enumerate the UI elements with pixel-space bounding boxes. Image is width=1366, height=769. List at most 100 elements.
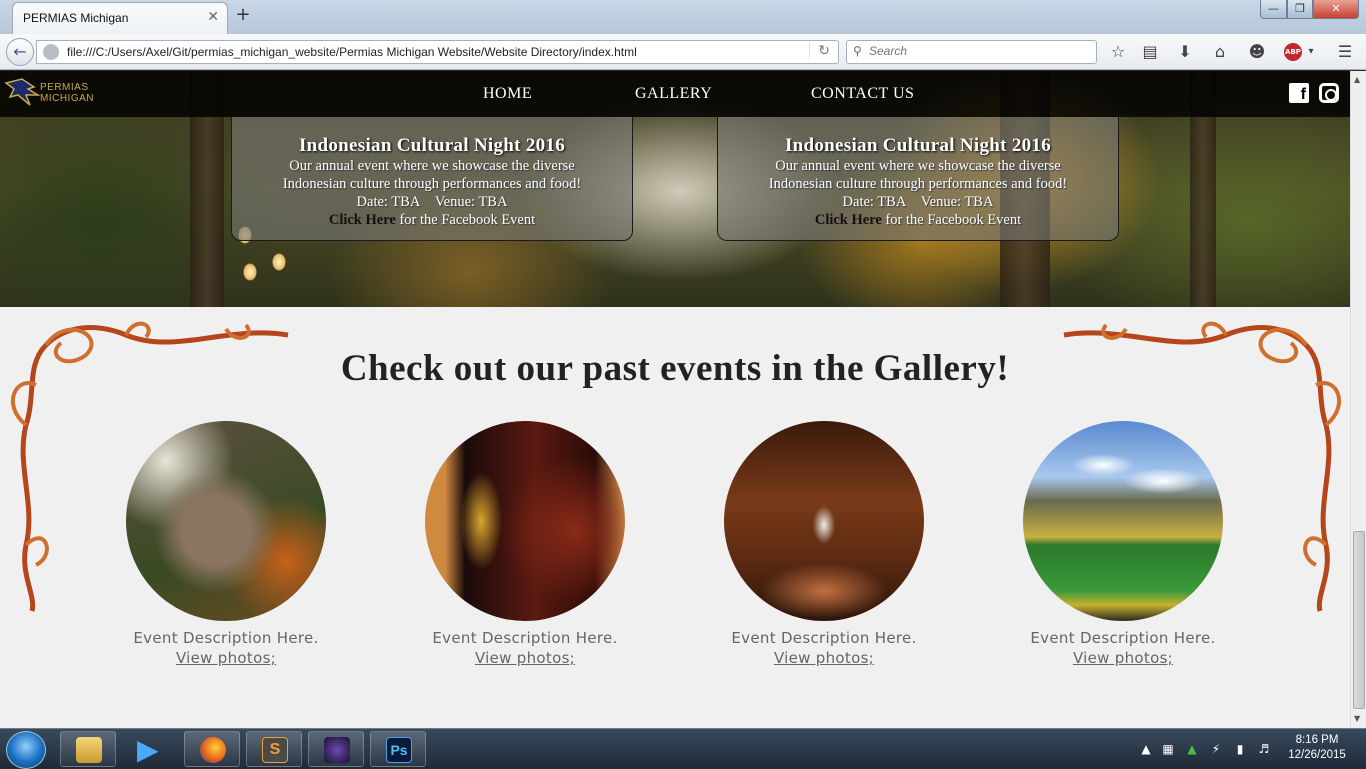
nav-contact-us[interactable]: CONTACT US [811, 85, 914, 103]
gallery-item: Event Description Here. View photos; [400, 421, 650, 667]
url-bar[interactable]: file:///C:/Users/Axel/Git/permias_michig… [36, 40, 839, 64]
scroll-thumb[interactable] [1353, 531, 1365, 709]
facebook-event-link[interactable]: Click Here [815, 212, 882, 228]
event-venue: Venue: TBA [434, 194, 508, 210]
facebook-icon[interactable]: f [1289, 83, 1309, 103]
scroll-down-icon[interactable]: ▼ [1354, 714, 1360, 723]
gallery-description: Event Description Here. [1030, 629, 1216, 647]
event-venue: Venue: TBA [920, 194, 994, 210]
folder-icon [76, 737, 102, 763]
taskbar-app[interactable] [308, 731, 364, 767]
firefox-icon [200, 737, 226, 763]
facebook-event-text: for the Facebook Event [395, 212, 536, 228]
nav-gallery[interactable]: GALLERY [635, 85, 712, 103]
event-card: Indonesian Cultural Night 2016 Our annua… [717, 71, 1119, 241]
event-card: Indonesian Cultural Night 2016 Our annua… [231, 71, 633, 241]
search-icon: ⚲ [853, 44, 862, 58]
event-date: Date: TBA [842, 194, 907, 210]
start-button[interactable] [6, 731, 46, 769]
browser-titlebar: PERMIAS Michigan ✕ + — ❐ ✕ [0, 0, 1366, 34]
view-photos-link[interactable]: View photos; [774, 649, 874, 667]
event-date-venue: Date: TBA Venue: TBA [718, 193, 1118, 211]
page-scrollbar[interactable]: ▲ ▼ [1350, 71, 1366, 728]
gallery-description: Event Description Here. [731, 629, 917, 647]
gallery-item: Event Description Here. View photos; [699, 421, 949, 667]
new-tab-button[interactable]: + [234, 4, 252, 25]
windows-icon[interactable]: ▦ [1160, 741, 1176, 757]
instagram-icon[interactable] [1319, 83, 1339, 103]
view-photos-link[interactable]: View photos; [1073, 649, 1173, 667]
page-viewport: Indonesian Cultural Night 2016 Our annua… [0, 71, 1350, 728]
bookmarks-list-icon[interactable]: ▤ [1139, 42, 1161, 64]
taskbar-explorer[interactable] [60, 731, 116, 767]
tray-clock[interactable]: 8:16 PM 12/26/2015 [1282, 733, 1352, 763]
tab-close-icon[interactable]: ✕ [207, 9, 219, 25]
taskbar: ▶ S Ps ▲ ▦ ▲ ⚡ ▮ ♬ 8:16 PM 12/26/2015 [0, 728, 1366, 769]
menu-icon[interactable]: ☰ [1334, 42, 1356, 64]
taskbar-photoshop[interactable]: Ps [370, 731, 426, 767]
browser-toolbar: ← file:///C:/Users/Axel/Git/permias_mich… [0, 34, 1366, 70]
squirrel-photo[interactable] [126, 421, 326, 621]
site-identity-icon[interactable] [43, 44, 59, 60]
search-input[interactable] [869, 44, 1089, 58]
chat-icon[interactable]: ☻ [1246, 42, 1268, 64]
facebook-event-text: for the Facebook Event [881, 212, 1022, 228]
facebook-event-link[interactable]: Click Here [329, 212, 396, 228]
home-icon[interactable]: ⌂ [1209, 42, 1231, 64]
event-facebook-line: Click Here for the Facebook Event [718, 211, 1118, 229]
gallery-item: Event Description Here. View photos; [101, 421, 351, 667]
gallery-description: Event Description Here. [133, 629, 319, 647]
bookmark-star-icon[interactable]: ☆ [1107, 42, 1129, 64]
url-text[interactable]: file:///C:/Users/Axel/Git/permias_michig… [67, 45, 637, 59]
google-drive-icon[interactable]: ▲ [1184, 741, 1200, 757]
window-maximize-button[interactable]: ❐ [1287, 0, 1313, 19]
sublime-icon: S [262, 737, 288, 763]
site-header: PERMIAS MICHIGAN HOME GALLERY CONTACT US… [0, 71, 1350, 117]
lamp-light [243, 263, 257, 281]
taskbar-firefox[interactable] [184, 731, 240, 767]
gallery-heading: Check out our past events in the Gallery… [340, 348, 1010, 389]
gallery-section: Check out our past events in the Gallery… [0, 307, 1350, 728]
scroll-up-icon[interactable]: ▲ [1354, 75, 1360, 84]
lamp-light [272, 253, 286, 271]
power-icon[interactable]: ⚡ [1208, 741, 1224, 757]
event-desc-line: Indonesian culture through performances … [768, 176, 1068, 192]
back-button[interactable]: ← [6, 38, 34, 66]
dancer-photo[interactable] [425, 421, 625, 621]
tray-expand-icon[interactable]: ▲ [1138, 741, 1154, 757]
window-minimize-button[interactable]: — [1260, 0, 1287, 19]
event-desc-line: Indonesian culture through performances … [282, 176, 582, 192]
view-photos-link[interactable]: View photos; [176, 649, 276, 667]
gallery-description: Event Description Here. [432, 629, 618, 647]
event-desc-line: Our annual event where we showcase the d… [775, 158, 1061, 174]
event-date: Date: TBA [356, 194, 421, 210]
gallery-item: Event Description Here. View photos; [998, 421, 1248, 667]
play-icon: ▶ [137, 733, 159, 766]
clock-time: 8:16 PM [1295, 734, 1339, 746]
view-photos-link[interactable]: View photos; [475, 649, 575, 667]
site-logo[interactable]: PERMIAS MICHIGAN [4, 73, 104, 113]
clock-date: 12/26/2015 [1288, 749, 1346, 761]
reading-room-photo[interactable] [724, 421, 924, 621]
logo-text-line1: PERMIAS [40, 82, 89, 93]
volume-icon[interactable]: ♬ [1256, 741, 1272, 757]
reload-icon[interactable]: ↻ [809, 43, 830, 59]
window-close-button[interactable]: ✕ [1313, 0, 1359, 19]
event-title: Indonesian Cultural Night 2016 [784, 135, 1052, 156]
nav-home[interactable]: HOME [483, 85, 532, 103]
logo-text: PERMIAS MICHIGAN [40, 82, 94, 104]
event-facebook-line: Click Here for the Facebook Event [232, 211, 632, 229]
taskbar-sublime[interactable]: S [246, 731, 302, 767]
network-icon[interactable]: ▮ [1232, 741, 1248, 757]
photoshop-icon: Ps [386, 737, 412, 763]
stadium-photo[interactable] [1023, 421, 1223, 621]
search-bar[interactable]: ⚲ [846, 40, 1097, 64]
downloads-icon[interactable]: ⬇ [1174, 42, 1196, 64]
browser-tab[interactable]: PERMIAS Michigan ✕ [12, 2, 228, 34]
wolverine-logo-icon [4, 78, 40, 106]
taskbar-media-player[interactable]: ▶ [121, 731, 177, 767]
event-desc-line: Our annual event where we showcase the d… [289, 158, 575, 174]
app-icon [324, 737, 350, 763]
event-title: Indonesian Cultural Night 2016 [298, 135, 566, 156]
adblock-dropdown-icon[interactable]: ▾ [1300, 42, 1322, 64]
